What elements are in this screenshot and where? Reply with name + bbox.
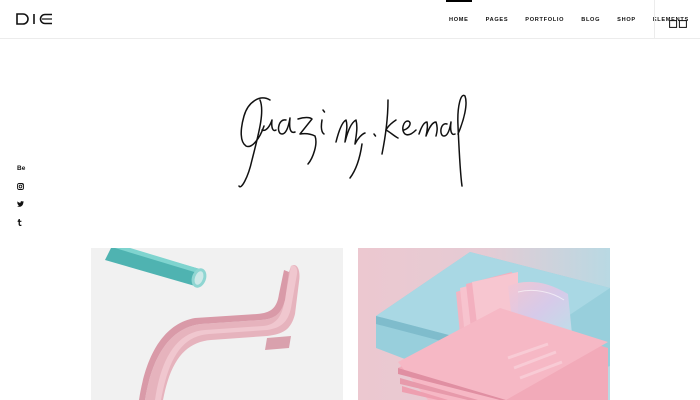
main-nav: HOME PAGES PORTFOLIO BLOG SHOP ELEMENTS <box>446 0 700 38</box>
pink-bent-ribbon-teal-cylinder <box>91 248 343 400</box>
handwritten-signature <box>238 94 467 188</box>
nav-shop[interactable]: SHOP <box>617 0 636 38</box>
twitter-icon <box>17 201 24 207</box>
pink-business-cards-on-blue <box>358 248 610 400</box>
nav-pages[interactable]: PAGES <box>486 0 509 38</box>
nav-portfolio[interactable]: PORTFOLIO <box>525 0 564 38</box>
nav-home[interactable]: HOME <box>446 0 472 38</box>
two-squares-icon <box>669 20 687 28</box>
behance-icon: Be <box>17 165 26 172</box>
social-links: Be <box>17 165 29 237</box>
nav-blog[interactable]: BLOG <box>581 0 600 38</box>
site-header: HOME PAGES PORTFOLIO BLOG SHOP ELEMENTS <box>0 0 700 39</box>
twitter-link[interactable] <box>17 201 29 219</box>
tumblr-icon <box>17 219 22 226</box>
logo[interactable] <box>16 13 58 25</box>
portfolio-item-2[interactable] <box>358 248 610 400</box>
header-divider <box>654 0 655 38</box>
instagram-icon <box>17 183 24 190</box>
sidearea-toggle-button[interactable] <box>669 15 687 28</box>
tumblr-link[interactable] <box>17 219 29 237</box>
instagram-link[interactable] <box>17 183 29 201</box>
behance-link[interactable]: Be <box>17 165 29 183</box>
portfolio-item-1[interactable] <box>91 248 343 400</box>
hero-signature <box>232 86 472 196</box>
